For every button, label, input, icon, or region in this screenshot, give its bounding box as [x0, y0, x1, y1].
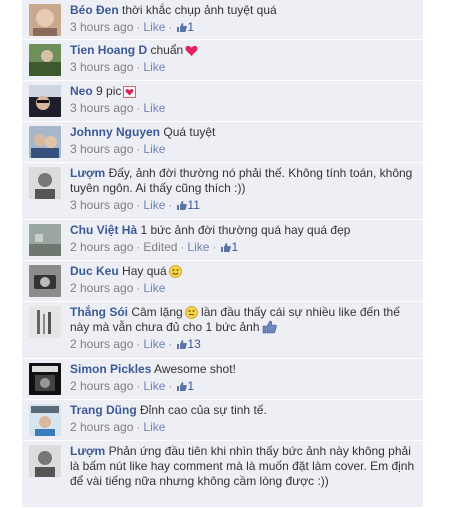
timestamp[interactable]: 2 hours ago	[70, 281, 133, 295]
avatar[interactable]	[29, 306, 61, 338]
comment-text: chuẩn	[150, 43, 184, 57]
comment-meta: 2 hours ago · Like	[70, 281, 166, 295]
avatar[interactable]	[29, 224, 61, 256]
comment-text: Quá tuyệt	[163, 125, 216, 139]
avatar[interactable]	[29, 265, 61, 297]
heart-icon	[123, 86, 137, 98]
commenter-name[interactable]: Thắng Sói	[70, 305, 128, 319]
commenter-name[interactable]: Simon Pickles	[70, 362, 151, 376]
comment-text: Câm lặng	[131, 305, 183, 319]
commenter-name[interactable]: Trang Dũng	[70, 403, 137, 417]
like-count[interactable]: 1	[231, 240, 238, 254]
like-link[interactable]: Like	[143, 337, 165, 351]
like-count[interactable]: 1	[187, 20, 194, 34]
thumbs-up-icon	[177, 23, 188, 32]
comment-meta: 2 hours ago · Edited · Like · 1	[70, 240, 239, 254]
timestamp[interactable]: 3 hours ago	[70, 60, 133, 74]
like-link[interactable]: Like	[143, 142, 165, 156]
comment-item: Chu Việt Hà 1 bức ảnh đời thường quá hay…	[22, 220, 423, 261]
thumbs-up-icon	[177, 382, 188, 391]
comment-text: Đấy, ảnh đời thường nó phải thế. Không t…	[70, 166, 413, 195]
heart-icon	[185, 45, 198, 56]
comment-item: Simon Pickles Awesome shot! 2 hours ago ·…	[22, 359, 423, 400]
commenter-name[interactable]: Duc Keu	[70, 264, 119, 278]
commenter-name[interactable]: Tien Hoang D	[70, 43, 147, 57]
smiley-icon	[184, 306, 198, 319]
comment-text: thời khắc chụp ảnh tuyệt quá	[122, 3, 277, 17]
like-count[interactable]: 1	[187, 379, 194, 393]
like-link[interactable]: Like	[143, 60, 165, 74]
commenter-name[interactable]: Lượm	[70, 166, 105, 180]
like-link[interactable]: Like	[143, 420, 165, 434]
comment-item: Johnny Nguyen Quá tuyệt 3 hours ago · Like	[22, 122, 423, 163]
commenter-name[interactable]: Lượm	[70, 444, 105, 458]
like-link[interactable]: Like	[187, 240, 209, 254]
avatar[interactable]	[29, 126, 61, 158]
comment-item: Trang Dũng Đỉnh cao của sự tinh tế. 2 ho…	[22, 400, 423, 441]
comment-item: Béo Đen thời khắc chụp ảnh tuyệt quá 3 h…	[22, 0, 423, 40]
like-link[interactable]: Like	[143, 198, 165, 212]
smiley-icon	[168, 265, 182, 278]
comment-meta: 3 hours ago · Like	[70, 60, 166, 74]
timestamp[interactable]: 3 hours ago	[70, 20, 133, 34]
comment-item: Thắng Sói Câm lặng lần đầu thấy cái sự n…	[22, 302, 423, 359]
comment-meta: 3 hours ago · Like	[70, 101, 166, 115]
avatar[interactable]	[29, 44, 61, 76]
comment-item: Neo 9 pic 3 hours ago · Like	[22, 81, 423, 122]
timestamp[interactable]: 2 hours ago	[70, 379, 133, 393]
thumbs-up-icon	[262, 320, 277, 334]
like-link[interactable]: Like	[143, 281, 165, 295]
comment-meta: 2 hours ago · Like · 13	[70, 337, 201, 351]
edited-label[interactable]: Edited	[143, 240, 177, 254]
avatar[interactable]	[29, 404, 61, 436]
like-link[interactable]: Like	[143, 20, 165, 34]
avatar[interactable]	[29, 4, 61, 36]
commenter-name[interactable]: Johnny Nguyen	[70, 125, 160, 139]
comment-item: Duc Keu Hay quá 2 hours ago · Like	[22, 261, 423, 302]
comment-meta: 3 hours ago · Like · 11	[70, 198, 200, 212]
comment-item: Lượm Đấy, ảnh đời thường nó phải thế. Kh…	[22, 163, 423, 220]
timestamp[interactable]: 3 hours ago	[70, 198, 133, 212]
comment-meta: 2 hours ago · Like	[70, 420, 166, 434]
commenter-name[interactable]: Chu Việt Hà	[70, 223, 137, 237]
timestamp[interactable]: 3 hours ago	[70, 142, 133, 156]
comment-text: Phản ứng đầu tiên khi nhìn thấy bức ảnh …	[70, 444, 415, 488]
comment-text: 1 bức ảnh đời thường quá hay quá đẹp	[140, 223, 351, 237]
commenter-name[interactable]: Béo Đen	[70, 3, 119, 17]
comment-text: Hay quá	[122, 264, 167, 278]
comment-text: 9 pic	[96, 84, 122, 98]
avatar[interactable]	[29, 85, 61, 117]
comment-meta: 3 hours ago · Like · 1	[70, 20, 195, 34]
like-count[interactable]: 11	[187, 198, 199, 212]
comment-meta: 3 hours ago · Like	[70, 142, 166, 156]
comment-item: Tien Hoang D chuẩn 3 hours ago · Like	[22, 40, 423, 81]
timestamp[interactable]: 2 hours ago	[70, 420, 133, 434]
comment-text: Awesome shot!	[154, 362, 236, 376]
comment-item: Lượm Phản ứng đầu tiên khi nhìn thấy bức…	[22, 441, 423, 508]
timestamp[interactable]: 2 hours ago	[70, 337, 133, 351]
commenter-name[interactable]: Neo	[70, 84, 93, 98]
comments-panel: Béo Đen thời khắc chụp ảnh tuyệt quá 3 h…	[22, 0, 423, 507]
timestamp[interactable]: 2 hours ago	[70, 240, 133, 254]
comment-meta: 2 hours ago · Like · 1	[70, 379, 195, 393]
avatar[interactable]	[29, 363, 61, 395]
thumbs-up-icon	[221, 243, 232, 252]
thumbs-up-icon	[177, 340, 188, 349]
avatar[interactable]	[29, 445, 61, 477]
like-count[interactable]: 13	[187, 337, 200, 351]
timestamp[interactable]: 3 hours ago	[70, 101, 133, 115]
like-link[interactable]: Like	[143, 101, 165, 115]
comment-text: Đỉnh cao của sự tinh tế.	[140, 403, 267, 417]
avatar[interactable]	[29, 167, 61, 199]
like-link[interactable]: Like	[143, 379, 165, 393]
thumbs-up-icon	[177, 201, 188, 210]
